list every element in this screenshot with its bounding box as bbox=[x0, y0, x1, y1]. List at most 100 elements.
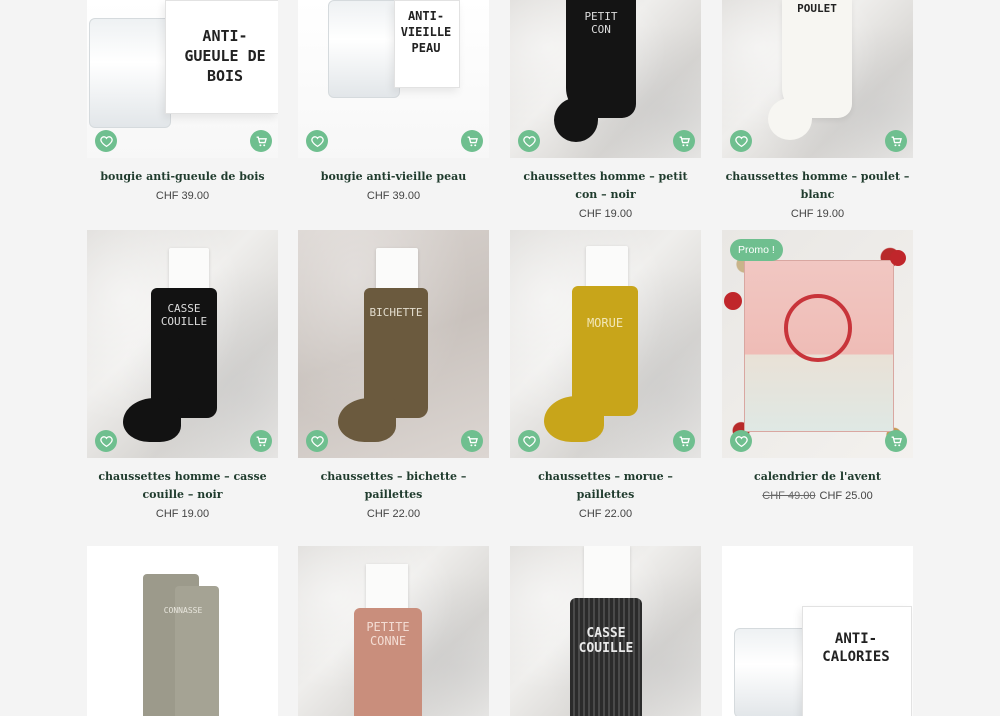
add-to-cart-button[interactable] bbox=[885, 130, 907, 152]
product-card[interactable]: PETIT CON chaussettes homme – petit con … bbox=[510, 0, 701, 220]
add-to-cart-button[interactable] bbox=[461, 130, 483, 152]
product-art-text: CASSE COUILLE bbox=[578, 626, 634, 656]
product-price: CHF 22.00 bbox=[578, 508, 633, 520]
cart-icon bbox=[467, 436, 478, 446]
favorite-button[interactable] bbox=[730, 430, 752, 452]
product-card[interactable]: ANTI- CALORIES bbox=[722, 546, 913, 716]
favorite-button[interactable] bbox=[518, 130, 540, 152]
product-image[interactable]: ANTI- VIEILLE PEAU bbox=[298, 0, 489, 158]
ornament-illustration bbox=[890, 250, 906, 266]
add-to-cart-button[interactable] bbox=[673, 430, 695, 452]
candle-illustration bbox=[89, 18, 171, 128]
product-art-text: CASSE COUILLE bbox=[160, 302, 208, 328]
product-art-text: MORUE bbox=[586, 316, 624, 330]
product-image[interactable]: PETIT CON bbox=[510, 0, 701, 158]
sock-tag-illustration bbox=[584, 546, 630, 604]
sock-tag-illustration bbox=[366, 564, 408, 612]
cart-icon bbox=[467, 136, 478, 146]
old-price: CHF 49.00 bbox=[762, 490, 816, 502]
product-card[interactable]: CASSE COUILLE bbox=[510, 546, 701, 716]
sock-foot-illustration bbox=[544, 396, 604, 442]
product-price: CHF 19.00 bbox=[578, 208, 633, 220]
heart-icon bbox=[522, 135, 536, 147]
product-title[interactable]: chaussettes – morue – paillettes bbox=[510, 468, 701, 504]
favorite-button[interactable] bbox=[95, 430, 117, 452]
product-image[interactable]: POULET bbox=[722, 0, 913, 158]
favorite-button[interactable] bbox=[306, 130, 328, 152]
product-card[interactable]: CASSE COUILLE chaussettes homme – casse … bbox=[87, 230, 278, 520]
cart-icon bbox=[679, 136, 690, 146]
sock-foot-illustration bbox=[338, 398, 396, 442]
product-card[interactable]: ANTI- GUEULE DE BOIS bougie anti-gueule … bbox=[87, 0, 278, 202]
favorite-button[interactable] bbox=[95, 130, 117, 152]
product-title[interactable]: bougie anti-gueule de bois bbox=[87, 168, 278, 186]
product-price: CHF 22.00 bbox=[366, 508, 421, 520]
product-card[interactable]: BICHETTE chaussettes – bichette – paille… bbox=[298, 230, 489, 520]
heart-icon bbox=[99, 135, 113, 147]
product-image[interactable]: Promo ! bbox=[722, 230, 913, 458]
ferris-wheel-illustration bbox=[784, 294, 852, 362]
product-title[interactable]: calendrier de l'avent bbox=[722, 468, 913, 486]
product-art-text: PETIT CON bbox=[584, 10, 618, 36]
heart-icon bbox=[734, 435, 748, 447]
product-image[interactable]: CONNASSE bbox=[87, 546, 278, 716]
sale-price: CHF 25.00 bbox=[819, 490, 873, 502]
product-card[interactable]: PETITE CONNE bbox=[298, 546, 489, 716]
favorite-button[interactable] bbox=[730, 130, 752, 152]
product-price: CHF 39.00 bbox=[155, 190, 210, 202]
product-image[interactable]: ANTI- GUEULE DE BOIS bbox=[87, 0, 278, 158]
product-image[interactable]: CASSE COUILLE bbox=[87, 230, 278, 458]
sock-illustration bbox=[570, 598, 642, 716]
product-card[interactable]: MORUE chaussettes – morue – paillettes C… bbox=[510, 230, 701, 520]
promo-badge: Promo ! bbox=[730, 239, 783, 261]
product-title[interactable]: chaussettes – bichette – paillettes bbox=[298, 468, 489, 504]
product-art-text: ANTI- VIEILLE PEAU bbox=[400, 9, 452, 55]
product-title[interactable]: bougie anti-vieille peau bbox=[298, 168, 489, 186]
product-image[interactable]: PETITE CONNE bbox=[298, 546, 489, 716]
product-art-text: ANTI- GUEULE DE BOIS bbox=[184, 27, 266, 85]
product-card[interactable]: Promo ! calendrier de l'avent CHF 49.00 C… bbox=[722, 230, 913, 502]
product-art-text: POULET bbox=[797, 2, 837, 15]
favorite-button[interactable] bbox=[306, 430, 328, 452]
add-to-cart-button[interactable] bbox=[250, 130, 272, 152]
candle-illustration bbox=[328, 0, 400, 98]
favorite-button[interactable] bbox=[518, 430, 540, 452]
product-card[interactable]: CONNASSE bbox=[87, 546, 278, 716]
product-title[interactable]: chaussettes homme – poulet – blanc bbox=[722, 168, 913, 204]
product-card[interactable]: ANTI- VIEILLE PEAU bougie anti-vieille p… bbox=[298, 0, 489, 202]
add-to-cart-button[interactable] bbox=[250, 430, 272, 452]
add-to-cart-button[interactable] bbox=[673, 130, 695, 152]
product-art-text: ANTI- CALORIES bbox=[822, 631, 890, 665]
product-art-text: CONNASSE bbox=[163, 606, 203, 615]
product-image[interactable]: ANTI- CALORIES bbox=[722, 546, 913, 716]
add-to-cart-button[interactable] bbox=[461, 430, 483, 452]
heart-icon bbox=[522, 435, 536, 447]
product-card[interactable]: POULET chaussettes homme – poulet – blan… bbox=[722, 0, 913, 220]
sock-foot-illustration bbox=[554, 98, 598, 142]
heart-icon bbox=[734, 135, 748, 147]
heart-icon bbox=[99, 435, 113, 447]
product-price: CHF 19.00 bbox=[155, 508, 210, 520]
sock-tag-illustration bbox=[169, 248, 209, 292]
add-to-cart-button[interactable] bbox=[885, 430, 907, 452]
product-art-text: BICHETTE bbox=[369, 306, 423, 319]
product-title[interactable]: chaussettes homme – casse couille – noir bbox=[87, 468, 278, 504]
product-price: CHF 19.00 bbox=[790, 208, 845, 220]
product-image[interactable]: MORUE bbox=[510, 230, 701, 458]
sock-foot-illustration bbox=[123, 398, 181, 442]
cart-icon bbox=[891, 436, 902, 446]
product-title[interactable]: chaussettes homme – petit con – noir bbox=[510, 168, 701, 204]
heart-icon bbox=[310, 135, 324, 147]
cart-icon bbox=[256, 436, 267, 446]
heart-icon bbox=[310, 435, 324, 447]
cart-icon bbox=[256, 136, 267, 146]
product-art-text: PETITE CONNE bbox=[366, 620, 410, 648]
cart-icon bbox=[891, 136, 902, 146]
sock-foot-illustration bbox=[768, 98, 812, 140]
ornament-illustration bbox=[724, 292, 742, 310]
product-image[interactable]: BICHETTE bbox=[298, 230, 489, 458]
product-price: CHF 39.00 bbox=[366, 190, 421, 202]
product-price: CHF 49.00 CHF 25.00 bbox=[722, 490, 913, 502]
product-image[interactable]: CASSE COUILLE bbox=[510, 546, 701, 716]
cart-icon bbox=[679, 436, 690, 446]
